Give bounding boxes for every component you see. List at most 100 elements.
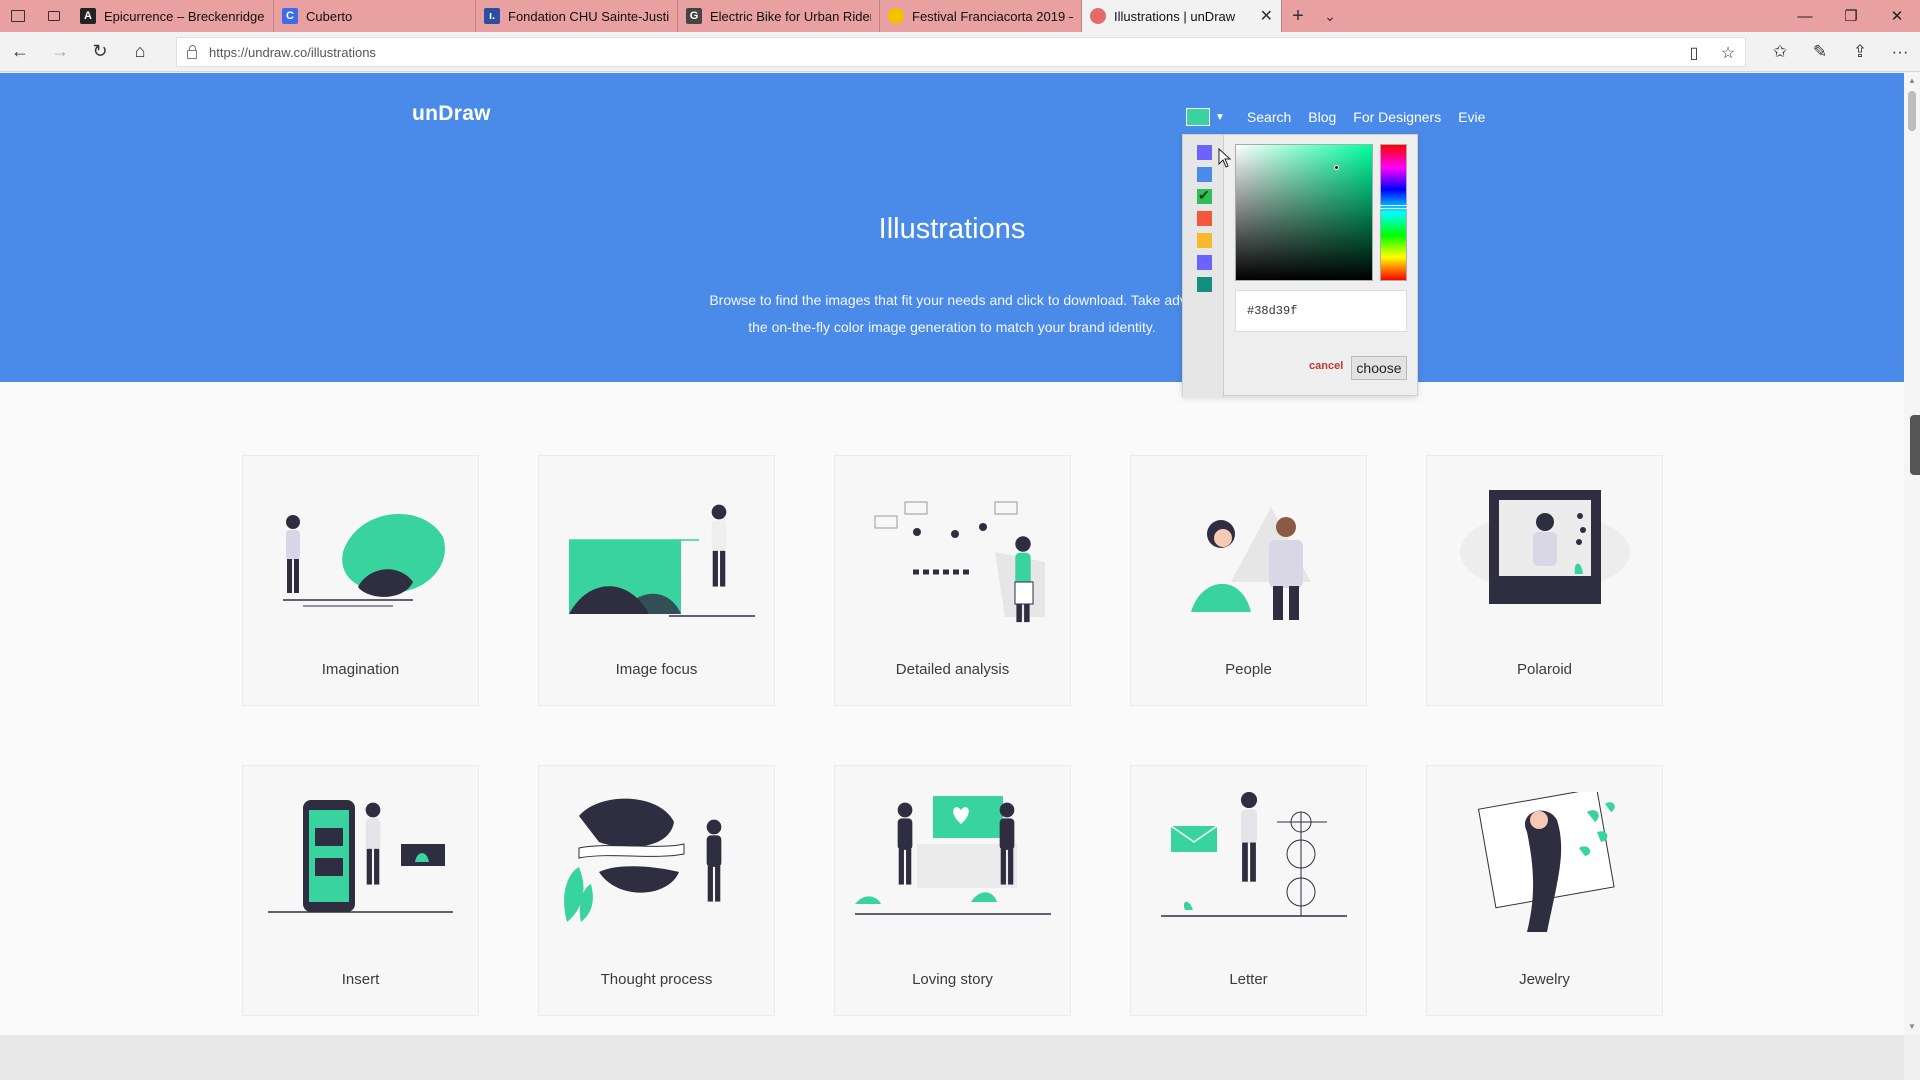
illustration-card[interactable]: Letter [1130, 765, 1367, 1016]
illustration-label: Thought process [600, 971, 713, 988]
tab-title: Illustrations | unDraw [1114, 8, 1236, 24]
page-bottom-band [0, 1035, 1904, 1080]
illustration-card[interactable]: People [1130, 455, 1367, 706]
home-button[interactable]: ⌂ [120, 32, 160, 72]
nav-evie[interactable]: Evie [1458, 109, 1485, 125]
hero-banner: unDraw ▼ Search Blog For Designers Evie … [0, 73, 1904, 382]
refresh-button[interactable]: ↻ [80, 32, 120, 72]
preset-color-swatch[interactable] [1197, 255, 1212, 270]
illustration-label: Image focus [615, 661, 698, 678]
illustration-image[interactable] [855, 482, 1051, 626]
tab-list-chevron-icon[interactable]: ⌄ [1314, 0, 1346, 32]
illustration-image[interactable] [855, 792, 1051, 936]
hue-slider[interactable] [1379, 144, 1408, 281]
reading-view-icon[interactable]: ▯ [1677, 43, 1711, 63]
illustration-image[interactable] [1447, 792, 1643, 936]
favicon-icon [888, 8, 904, 24]
tab-title: Epicurrence – Breckenridge, [104, 8, 265, 24]
page-subtitle: Browse to find the images that fit your … [709, 292, 1195, 335]
illustration-label: People [1225, 661, 1272, 678]
illustration-image[interactable] [1447, 482, 1643, 626]
browser-tab[interactable]: C Cuberto [274, 0, 476, 32]
cancel-button[interactable]: cancel [1309, 360, 1343, 372]
set-aside-tabs-icon[interactable] [36, 0, 72, 32]
close-tab-icon[interactable]: ✕ [1254, 6, 1273, 26]
nav-blog[interactable]: Blog [1308, 109, 1336, 125]
side-panel-handle[interactable] [1910, 415, 1920, 475]
page-scrollbar[interactable]: ▲ ▼ [1904, 73, 1920, 1035]
scroll-thumb[interactable] [1908, 91, 1916, 131]
preset-color-swatch[interactable] [1197, 187, 1212, 204]
browser-tab[interactable]: Festival Franciacorta 2019 – [880, 0, 1082, 32]
preset-color-swatch[interactable] [1197, 277, 1212, 292]
preset-color-swatch[interactable] [1197, 233, 1212, 248]
hue-handle[interactable] [1379, 205, 1408, 209]
favicon-icon [1090, 8, 1106, 24]
lock-icon [187, 44, 197, 59]
illustration-image[interactable] [1151, 792, 1347, 936]
scroll-down-icon[interactable]: ▼ [1904, 1019, 1920, 1035]
sv-handle[interactable] [1334, 165, 1339, 170]
illustration-image[interactable] [559, 482, 755, 626]
preset-color-swatch[interactable] [1197, 145, 1212, 160]
site-logo[interactable]: unDraw [412, 102, 491, 126]
url-text[interactable]: https://undraw.co/illustrations [209, 45, 376, 60]
illustration-card[interactable]: Imagination [242, 455, 479, 706]
favicon-icon: ı. [484, 8, 500, 24]
illustration-image[interactable] [263, 482, 459, 626]
preset-color-swatch[interactable] [1197, 167, 1212, 182]
nav-search[interactable]: Search [1247, 109, 1291, 125]
tab-manager-icon[interactable] [0, 0, 36, 32]
browser-tab[interactable]: A Epicurrence – Breckenridge, [72, 0, 274, 32]
illustration-card[interactable]: Polaroid [1426, 455, 1663, 706]
favicon-icon: C [282, 8, 298, 24]
more-icon[interactable]: ··· [1880, 32, 1920, 72]
nav-for-designers[interactable]: For Designers [1353, 109, 1441, 125]
choose-button[interactable]: choose [1351, 356, 1407, 380]
favorites-icon[interactable]: ✩ [1760, 32, 1800, 72]
illustration-label: Insert [341, 971, 380, 988]
browser-tab[interactable]: Illustrations | unDraw ✕ [1082, 0, 1282, 32]
page-viewport: unDraw ▼ Search Blog For Designers Evie … [0, 73, 1904, 1035]
tab-title: Festival Franciacorta 2019 – [912, 8, 1073, 24]
hex-color-input[interactable] [1235, 290, 1407, 332]
illustration-image[interactable] [263, 792, 459, 936]
browser-tab[interactable]: ı. Fondation CHU Sainte-Justi [476, 0, 678, 32]
mouse-cursor-icon [1218, 148, 1232, 168]
star-icon[interactable]: ☆ [1711, 43, 1745, 63]
illustration-image[interactable] [559, 792, 755, 936]
preset-color-swatch[interactable] [1197, 211, 1212, 226]
tab-title: Electric Bike for Urban Rider [710, 8, 871, 24]
color-swatch-button[interactable]: ▼ [1186, 108, 1225, 126]
forward-button[interactable]: → [40, 32, 80, 72]
new-tab-button[interactable]: + [1282, 0, 1314, 32]
share-icon[interactable]: ⇪ [1840, 32, 1880, 72]
illustration-card[interactable]: Loving story [834, 765, 1071, 1016]
pen-icon[interactable]: ✎ [1800, 32, 1840, 72]
illustration-card[interactable]: Image focus [538, 455, 775, 706]
illustration-label: Loving story [912, 971, 993, 988]
minimize-button[interactable]: — [1782, 0, 1828, 32]
address-field[interactable]: https://undraw.co/illustrations ▯ ☆ [176, 37, 1746, 67]
favicon-icon: G [686, 8, 702, 24]
tab-bar: A Epicurrence – Breckenridge, C Cuberto ı. Fo… [0, 0, 1920, 32]
back-button[interactable]: ← [0, 32, 40, 72]
scroll-up-icon[interactable]: ▲ [1904, 73, 1920, 89]
tab-title: Cuberto [306, 8, 353, 24]
saturation-value-area[interactable] [1235, 144, 1373, 281]
address-toolbar: ← → ↻ ⌂ https://undraw.co/illustrations … [0, 32, 1920, 72]
illustration-label: Imagination [321, 661, 400, 678]
tab-title: Fondation CHU Sainte-Justi [508, 8, 669, 24]
illustration-card[interactable]: Jewelry [1426, 765, 1663, 1016]
illustration-label: Polaroid [1516, 661, 1573, 678]
restore-button[interactable]: ❐ [1828, 0, 1874, 32]
illustration-card[interactable]: Thought process [538, 765, 775, 1016]
close-window-button[interactable]: ✕ [1874, 0, 1920, 32]
page-title: Illustrations [878, 213, 1026, 245]
illustration-card[interactable]: Insert [242, 765, 479, 1016]
illustration-card[interactable]: Detailed analysis [834, 455, 1071, 706]
browser-tab[interactable]: G Electric Bike for Urban Rider [678, 0, 880, 32]
illustration-label: Detailed analysis [895, 661, 1010, 678]
illustration-image[interactable] [1151, 482, 1347, 626]
caret-down-icon: ▼ [1215, 111, 1225, 123]
